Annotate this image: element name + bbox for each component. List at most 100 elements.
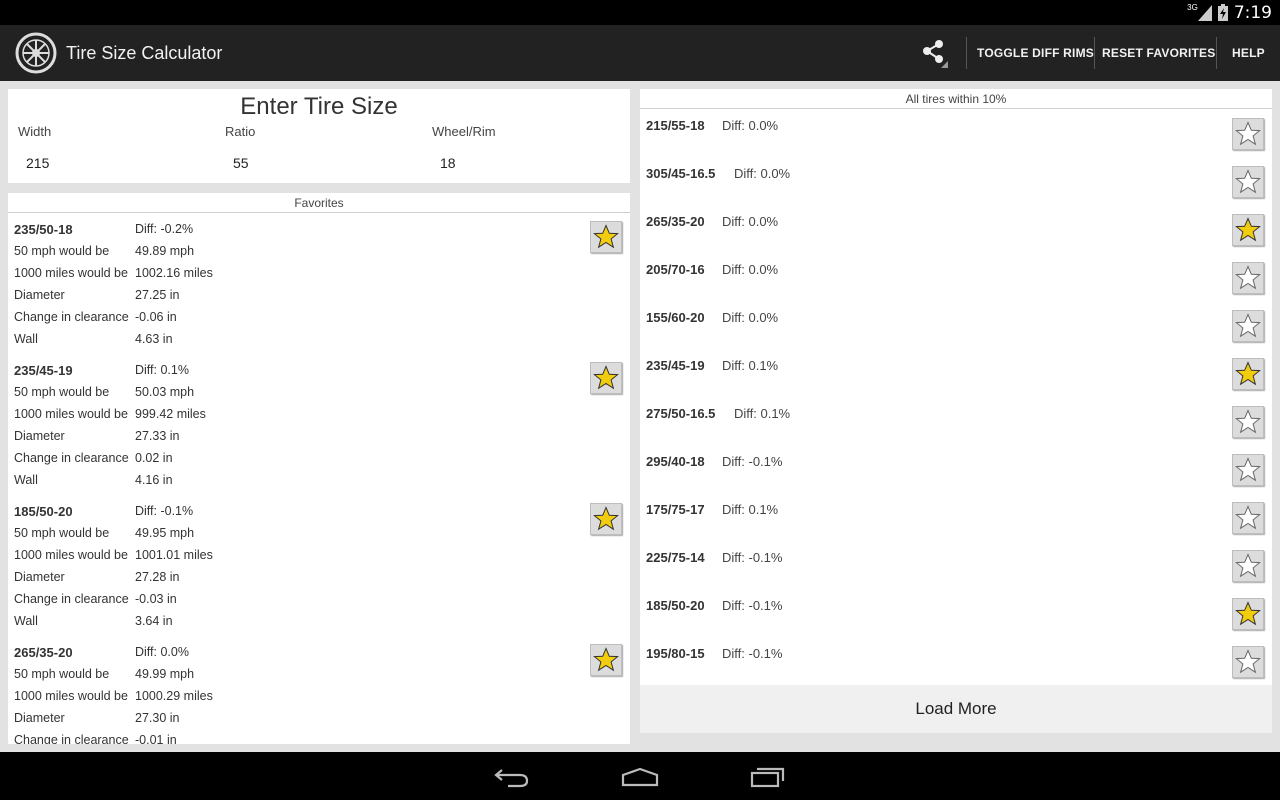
- status-icons: 3G 7:19: [1181, 0, 1272, 25]
- home-button[interactable]: [610, 760, 670, 794]
- ratio-input[interactable]: 55: [233, 155, 249, 171]
- rim-input[interactable]: 18: [440, 155, 456, 171]
- tire-list-item[interactable]: 295/40-18 Diff: -0.1%: [640, 445, 1272, 493]
- favorites-list[interactable]: 235/50-18 Diff: -0.2% 50 mph would be 49.89…: [8, 214, 630, 744]
- favorite-toggle-button[interactable]: [1232, 118, 1264, 150]
- tire-diff: Diff: 0.1%: [722, 502, 779, 517]
- star-filled-icon: [1235, 601, 1261, 626]
- favorite-diameter-value: 27.28 in: [135, 570, 180, 584]
- all-tires-panel[interactable]: All tires within 10% 215/55-18 Diff: 0.0%…: [640, 89, 1272, 733]
- favorite-item[interactable]: 235/45-19 Diff: 0.1% 50 mph would be 50.03 …: [8, 355, 630, 496]
- favorite-toggle-button[interactable]: [1232, 598, 1264, 630]
- back-icon: [494, 769, 529, 788]
- clock: 7:19: [1233, 2, 1272, 23]
- favorite-clearance-label: Change in clearance: [14, 592, 129, 606]
- enter-tire-size-title: Enter Tire Size: [240, 93, 398, 120]
- help-button[interactable]: HELP: [1232, 25, 1265, 81]
- favorite-toggle-button[interactable]: [1232, 358, 1264, 390]
- tire-diff: Diff: 0.1%: [734, 406, 791, 421]
- recents-icon: [750, 767, 785, 788]
- favorite-distance-label: 1000 miles would be: [14, 407, 128, 421]
- action-separator: [1216, 37, 1217, 69]
- status-bar: 3G 7:19: [0, 0, 1280, 25]
- favorite-speed-value: 49.95 mph: [135, 526, 195, 540]
- favorite-speed-value: 50.03 mph: [135, 385, 195, 399]
- tire-list-item[interactable]: 155/60-20 Diff: 0.0%: [640, 301, 1272, 349]
- tire-diff: Diff: 0.1%: [722, 358, 779, 373]
- favorites-panel[interactable]: Favorites 235/50-18 Diff: -0.2% 50 mph wou…: [8, 193, 630, 744]
- favorite-toggle-button[interactable]: [1232, 166, 1264, 198]
- favorite-item[interactable]: 185/50-20 Diff: -0.1% 50 mph would be 49.95…: [8, 496, 630, 637]
- star-outline-icon: [1235, 313, 1261, 338]
- favorite-wall-label: Wall: [14, 614, 38, 628]
- favorite-toggle-button[interactable]: [1232, 406, 1264, 438]
- favorite-speed-value: 49.99 mph: [135, 667, 195, 681]
- favorite-toggle-button[interactable]: [1232, 262, 1264, 294]
- tire-size: 195/80-15: [646, 646, 705, 661]
- favorite-distance-value: 1001.01 miles: [135, 548, 213, 562]
- tire-size: 295/40-18: [646, 454, 705, 469]
- tire-list-item[interactable]: 225/75-14 Diff: -0.1%: [640, 541, 1272, 589]
- tire-list-item[interactable]: 205/70-16 Diff: 0.0%: [640, 253, 1272, 301]
- action-separator: [966, 37, 967, 69]
- favorite-speed-label: 50 mph would be: [14, 526, 110, 540]
- battery-icon: [1217, 4, 1228, 21]
- signal-icon: [1197, 4, 1212, 21]
- all-tires-list[interactable]: 215/55-18 Diff: 0.0% 305/45-16.5 Diff: 0.0%…: [640, 109, 1272, 685]
- back-button[interactable]: [482, 760, 542, 794]
- favorite-diameter-value: 27.25 in: [135, 288, 180, 302]
- favorite-toggle-button[interactable]: [1232, 214, 1264, 246]
- all-tires-header: All tires within 10%: [640, 89, 1272, 109]
- favorite-toggle-button[interactable]: [1232, 502, 1264, 534]
- tire-diff: Diff: -0.1%: [722, 454, 783, 469]
- favorite-star-button[interactable]: [590, 644, 622, 676]
- share-button[interactable]: [912, 33, 956, 73]
- favorite-wall-value: 3.64 in: [135, 614, 173, 628]
- favorite-item[interactable]: 235/50-18 Diff: -0.2% 50 mph would be 49.89…: [8, 214, 630, 355]
- load-more-button[interactable]: Load More: [640, 685, 1272, 733]
- tire-list-item[interactable]: 305/45-16.5 Diff: 0.0%: [640, 157, 1272, 205]
- favorite-toggle-button[interactable]: [1232, 550, 1264, 582]
- favorite-distance-label: 1000 miles would be: [14, 266, 128, 280]
- favorite-wall-value: 4.16 in: [135, 473, 173, 487]
- favorite-speed-label: 50 mph would be: [14, 385, 110, 399]
- tire-size: 225/75-14: [646, 550, 705, 565]
- tire-size: 235/45-19: [646, 358, 705, 373]
- favorite-toggle-button[interactable]: [1232, 310, 1264, 342]
- tire-diff: Diff: 0.0%: [722, 310, 779, 325]
- favorite-toggle-button[interactable]: [1232, 454, 1264, 486]
- tire-list-item[interactable]: 235/45-19 Diff: 0.1%: [640, 349, 1272, 397]
- tire-size: 305/45-16.5: [646, 166, 716, 181]
- favorite-item[interactable]: 265/35-20 Diff: 0.0% 50 mph would be 49.99 …: [8, 637, 630, 744]
- tire-list-item[interactable]: 195/80-15 Diff: -0.1%: [640, 637, 1272, 685]
- action-bar: Tire Size Calculator TOGGLE DIFF RIMS RE…: [0, 25, 1280, 81]
- favorite-distance-label: 1000 miles would be: [14, 548, 128, 562]
- star-filled-icon: [1235, 361, 1261, 386]
- tire-list-item[interactable]: 175/75-17 Diff: 0.1%: [640, 493, 1272, 541]
- star-outline-icon: [1235, 505, 1261, 530]
- favorite-star-button[interactable]: [590, 221, 622, 253]
- star-filled-icon: [593, 365, 619, 390]
- tire-list-item[interactable]: 275/50-16.5 Diff: 0.1%: [640, 397, 1272, 445]
- favorite-star-button[interactable]: [590, 503, 622, 535]
- favorite-clearance-value: -0.03 in: [135, 592, 177, 606]
- tire-list-item[interactable]: 215/55-18 Diff: 0.0%: [640, 109, 1272, 157]
- favorite-toggle-button[interactable]: [1232, 646, 1264, 678]
- star-outline-icon: [1235, 553, 1261, 578]
- recents-button[interactable]: [738, 760, 798, 794]
- width-input[interactable]: 215: [26, 155, 49, 171]
- star-outline-icon: [1235, 169, 1261, 194]
- share-icon: [923, 40, 948, 68]
- reset-favorites-button[interactable]: RESET FAVORITES: [1102, 25, 1215, 81]
- tire-list-item[interactable]: 265/35-20 Diff: 0.0%: [640, 205, 1272, 253]
- toggle-diff-rims-button[interactable]: TOGGLE DIFF RIMS: [977, 25, 1094, 81]
- favorite-clearance-label: Change in clearance: [14, 310, 129, 324]
- tire-logo-icon[interactable]: [15, 32, 57, 74]
- favorite-distance-label: 1000 miles would be: [14, 689, 128, 703]
- favorite-size: 185/50-20: [14, 504, 73, 519]
- favorite-diff: Diff: -0.2%: [135, 222, 194, 236]
- favorite-diameter-value: 27.30 in: [135, 711, 180, 725]
- favorite-star-button[interactable]: [590, 362, 622, 394]
- network-type: 3G: [1187, 3, 1198, 12]
- tire-list-item[interactable]: 185/50-20 Diff: -0.1%: [640, 589, 1272, 637]
